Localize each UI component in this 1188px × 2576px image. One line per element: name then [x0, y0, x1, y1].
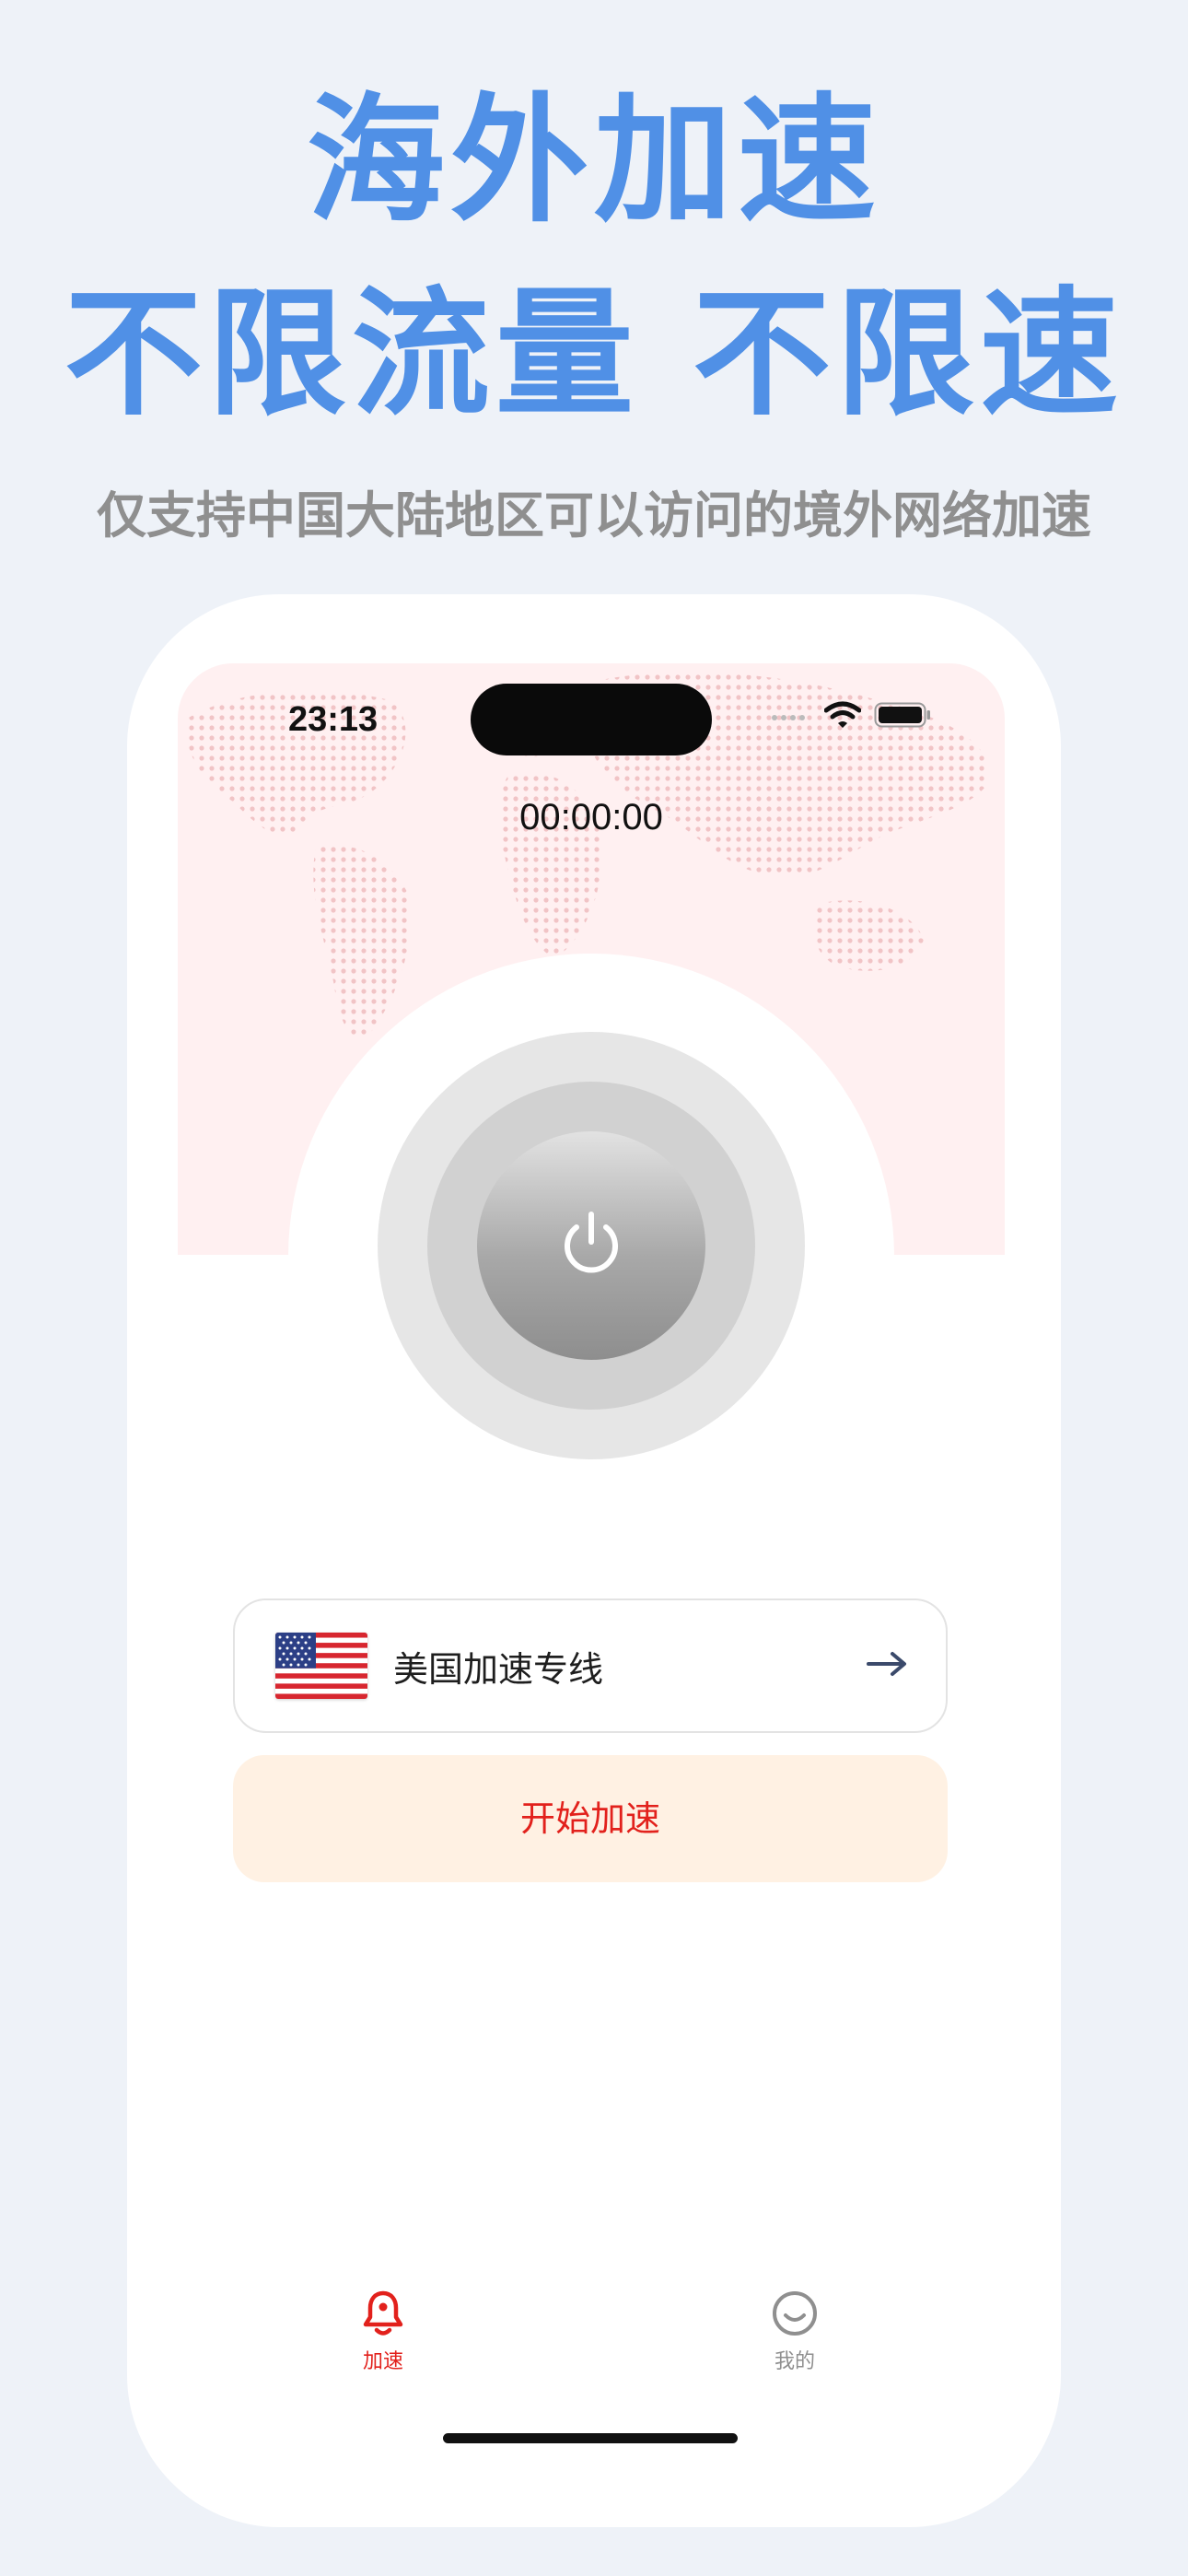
- promo-title-line1: 海外加速: [306, 81, 881, 241]
- smiley-icon: [771, 2291, 819, 2341]
- power-button-ring-outer: [378, 1032, 805, 1459]
- promo-title-line2: 不限流量 不限速: [64, 275, 1124, 435]
- connection-timer: 00:00:00: [519, 797, 663, 837]
- power-button[interactable]: [477, 1131, 705, 1360]
- promo-subtitle: 仅支持中国大陆地区可以访问的境外网络加速: [97, 486, 1091, 544]
- start-accelerate-button[interactable]: 开始加速: [233, 1755, 948, 1882]
- status-time: 23:13: [288, 700, 379, 739]
- app-screen: 23:13 00:00:00 美国加速专线 开始加速 加速 我的: [178, 663, 1005, 2506]
- signal-icon: [771, 708, 811, 726]
- arrow-right-icon: [867, 1650, 909, 1681]
- power-icon: [554, 1207, 628, 1284]
- server-label: 美国加速专线: [393, 1648, 604, 1690]
- tab-mine-label: 我的: [774, 2350, 815, 2373]
- battery-icon: [874, 702, 931, 732]
- tab-accelerate-label: 加速: [362, 2350, 403, 2373]
- tab-accelerate[interactable]: 加速: [309, 2289, 457, 2374]
- dynamic-island: [471, 684, 712, 755]
- us-flag-icon: [275, 1633, 367, 1699]
- tab-bar: 加速 我的: [178, 2289, 1005, 2400]
- wifi-icon: [823, 701, 862, 732]
- server-selector[interactable]: 美国加速专线: [233, 1598, 948, 1733]
- power-button-ring-mid: [427, 1082, 755, 1410]
- status-icons: [771, 701, 931, 732]
- home-indicator: [443, 2433, 738, 2443]
- tab-mine[interactable]: 我的: [721, 2289, 868, 2374]
- phone-frame: 23:13 00:00:00 美国加速专线 开始加速 加速 我的: [127, 594, 1061, 2527]
- bell-icon: [362, 2290, 404, 2341]
